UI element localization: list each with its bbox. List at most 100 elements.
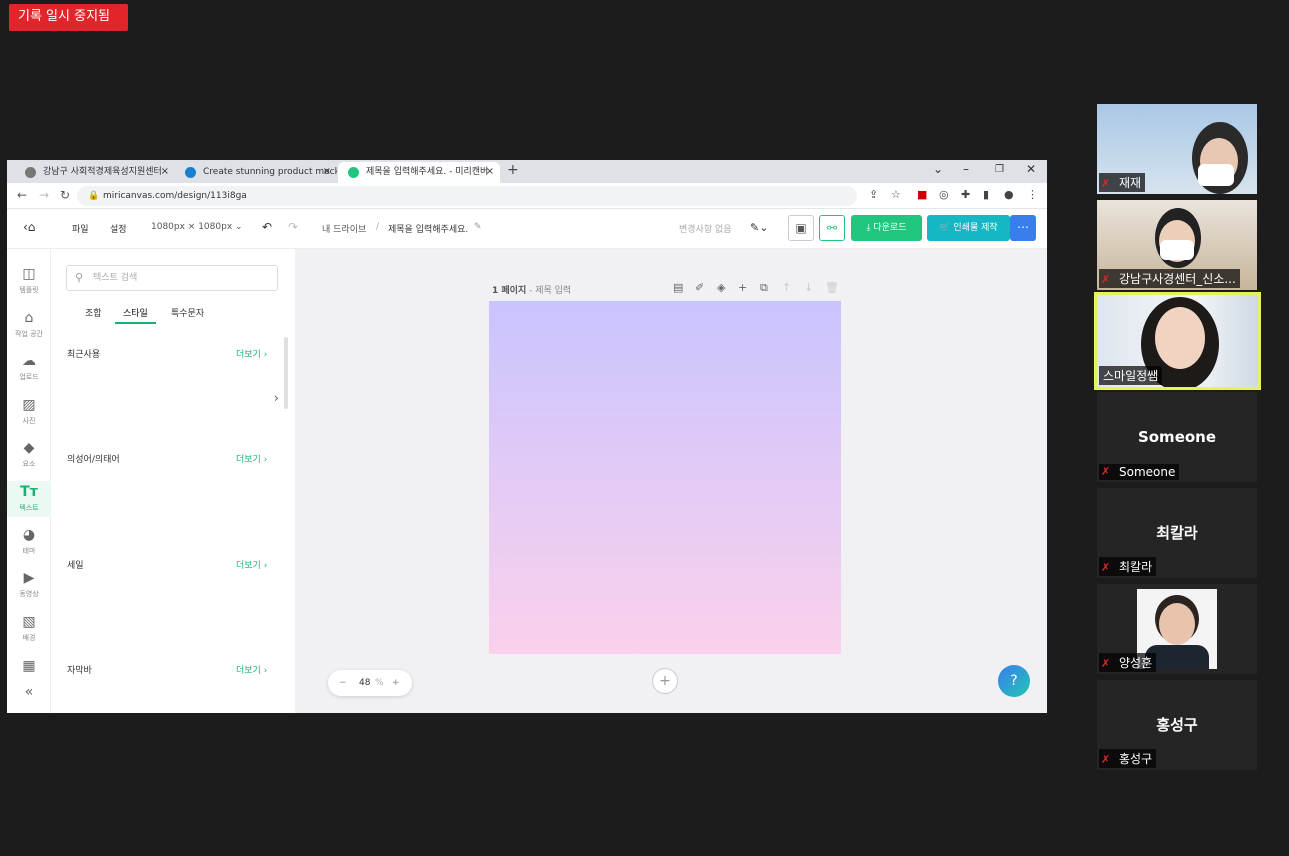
pen-tool-icon[interactable]: ✎⌄: [750, 221, 768, 234]
move-up-icon[interactable]: ↑: [782, 281, 791, 294]
breadcrumb-drive[interactable]: 내 드라이브: [322, 222, 366, 235]
home-back-icon[interactable]: ‹⌂: [23, 220, 35, 234]
page-memo-icon[interactable]: ▤: [673, 281, 683, 294]
sidebar-label: 동영상: [19, 590, 39, 598]
move-down-icon[interactable]: ↓: [804, 281, 813, 294]
zoom-in-icon[interactable]: +: [392, 670, 400, 696]
participant-name: 강남구사경센터_신소...: [1099, 269, 1240, 288]
collapse-sidebar-button[interactable]: «: [7, 683, 51, 713]
elements-icon: ◆: [23, 440, 35, 456]
app-header: ‹⌂ 파일 설정 1080px × 1080px ⌄ ↶ ↷ 내 드라이브 / …: [7, 209, 1047, 249]
help-chat-button[interactable]: ?: [998, 665, 1030, 697]
participant-tile-active-speaker[interactable]: 스마일정쌤: [1094, 292, 1261, 390]
document-title[interactable]: 제목을 입력해주세요.: [388, 222, 468, 235]
save-status: 변경사항 없음: [679, 225, 732, 235]
participant-display-name: 최칼라: [1156, 524, 1198, 542]
canvas-size-text: 1080px × 1080px: [151, 222, 233, 232]
restore-icon[interactable]: ❐: [995, 164, 1004, 175]
download-label: 다운로드: [873, 223, 907, 233]
sidebar-item-workspace[interactable]: ⌂ 작업 공간: [7, 309, 51, 349]
page-eyedropper-icon[interactable]: ✐: [695, 281, 704, 294]
more-options-button[interactable]: ⋯: [1010, 215, 1036, 241]
zoom-out-icon[interactable]: −: [339, 670, 347, 696]
participant-tile[interactable]: 최칼라 ✗ 최칼라: [1097, 488, 1257, 578]
share-icon[interactable]: ⚯: [819, 215, 845, 241]
tab-combination[interactable]: 조합: [85, 306, 102, 319]
minimize-icon[interactable]: –: [963, 162, 969, 176]
sidebar-item-theme[interactable]: ◕ 테마: [7, 526, 51, 566]
tab-style[interactable]: 스타일: [115, 306, 156, 324]
workspace-icon: ⌂: [24, 310, 34, 326]
new-tab-button[interactable]: +: [507, 162, 519, 178]
close-icon[interactable]: ×: [323, 162, 331, 182]
redo-icon[interactable]: ↷: [288, 220, 298, 234]
tab-special-chars[interactable]: 특수문자: [171, 306, 204, 319]
sidebar-item-background[interactable]: ▧ 배경: [7, 613, 51, 653]
more-subtitle-bar-link[interactable]: 더보기 ›: [236, 663, 267, 676]
add-page-icon[interactable]: +: [738, 281, 747, 294]
sidebar-label: 배경: [22, 634, 36, 642]
browser-menu-icon[interactable]: ⋮: [1027, 188, 1038, 201]
forward-icon[interactable]: →: [39, 188, 49, 202]
reload-icon[interactable]: ↻: [60, 188, 70, 202]
url-field[interactable]: 🔒 miricanvas.com/design/113i8ga: [77, 186, 857, 206]
search-icon: ⚲: [75, 271, 84, 284]
page-label: 1 페이지 - 제목 입력: [492, 283, 571, 296]
zoom-unit: %: [375, 678, 384, 688]
add-page-button[interactable]: +: [652, 668, 678, 694]
print-order-button[interactable]: 🛒 인쇄물 제작: [927, 215, 1010, 241]
text-search-input[interactable]: ⚲ 텍스트 검색: [66, 265, 278, 291]
profile-avatar[interactable]: ●: [1004, 188, 1014, 201]
sidebar-item-upload[interactable]: ☁ 업로드: [7, 352, 51, 392]
file-menu[interactable]: 파일: [72, 222, 89, 235]
more-recent-link[interactable]: 더보기 ›: [236, 347, 267, 360]
zoom-value[interactable]: 48: [359, 670, 370, 696]
panel-scrollbar[interactable]: [284, 337, 288, 409]
search-placeholder: 텍스트 검색: [93, 273, 138, 283]
edit-pencil-icon[interactable]: ✎: [474, 222, 482, 232]
more-sale-link[interactable]: 더보기 ›: [236, 558, 267, 571]
bookmark-star-icon[interactable]: ☆: [891, 188, 901, 201]
sidepanel-icon[interactable]: ▮: [983, 188, 989, 201]
browser-tab-2[interactable]: Create stunning product mocku ×: [175, 162, 337, 183]
page-title-input[interactable]: - 제목 입력: [529, 286, 571, 296]
sidebar-item-elements[interactable]: ◆ 요소: [7, 439, 51, 479]
back-icon[interactable]: ←: [17, 188, 27, 202]
puzzle-icon[interactable]: ✚: [961, 188, 970, 201]
page-fill-icon[interactable]: ◈: [717, 281, 725, 294]
muted-mic-icon: ✗: [1101, 753, 1111, 766]
sidebar-item-template[interactable]: ◫ 템플릿: [7, 265, 51, 305]
design-artboard[interactable]: [489, 301, 841, 654]
window-close-icon[interactable]: ✕: [1026, 162, 1036, 176]
tab-search-icon[interactable]: ⌄: [933, 162, 943, 176]
undo-icon[interactable]: ↶: [262, 220, 272, 234]
participant-tile[interactable]: ✗ 재재: [1097, 104, 1257, 194]
extension-icon[interactable]: ■: [917, 188, 927, 201]
download-button[interactable]: ⤓ 다운로드: [851, 215, 922, 241]
close-icon[interactable]: ×: [161, 162, 169, 182]
extension-icon[interactable]: ◎: [939, 188, 949, 201]
chevron-right-icon[interactable]: ›: [274, 391, 279, 405]
sidebar-label: 텍스트: [19, 504, 39, 512]
participant-tile[interactable]: ✗ 강남구사경센터_신소...: [1097, 200, 1257, 290]
face-mask: [1198, 164, 1234, 186]
participant-tile[interactable]: Someone ✗ Someone: [1097, 392, 1257, 482]
save-icon[interactable]: ▣: [788, 215, 814, 241]
share-icon[interactable]: ⇪: [869, 188, 878, 201]
sidebar-item-text[interactable]: Tт 텍스트: [7, 481, 51, 517]
section-title-subtitle-bar: 자막바: [67, 666, 92, 676]
participant-tile[interactable]: 홍성구 ✗ 홍성구: [1097, 680, 1257, 770]
sidebar-item-video[interactable]: ▶ 동영상: [7, 569, 51, 609]
canvas-size-dropdown[interactable]: 1080px × 1080px ⌄: [151, 222, 243, 232]
sidebar-item-photo[interactable]: ▨ 사진: [7, 396, 51, 436]
tab-label: 강남구 사회적경제육성지원센터: [43, 167, 162, 177]
participant-tile[interactable]: ✗ 양성훈: [1097, 584, 1257, 674]
text-panel: ⚲ 텍스트 검색 조합 스타일 특수문자 최근사용 더보기 › › 의성어/의태…: [51, 249, 295, 713]
more-onomatopoeia-link[interactable]: 더보기 ›: [236, 452, 267, 465]
browser-tab-1[interactable]: 강남구 사회적경제육성지원센터 ×: [15, 162, 175, 183]
settings-menu[interactable]: 설정: [110, 222, 127, 235]
close-icon[interactable]: ×: [486, 162, 494, 182]
duplicate-page-icon[interactable]: ⧉: [760, 281, 768, 295]
delete-page-icon[interactable]: 🗑: [825, 281, 839, 294]
browser-tab-3-active[interactable]: 제목을 입력해주세요. - 미리캔버 ×: [338, 162, 500, 183]
